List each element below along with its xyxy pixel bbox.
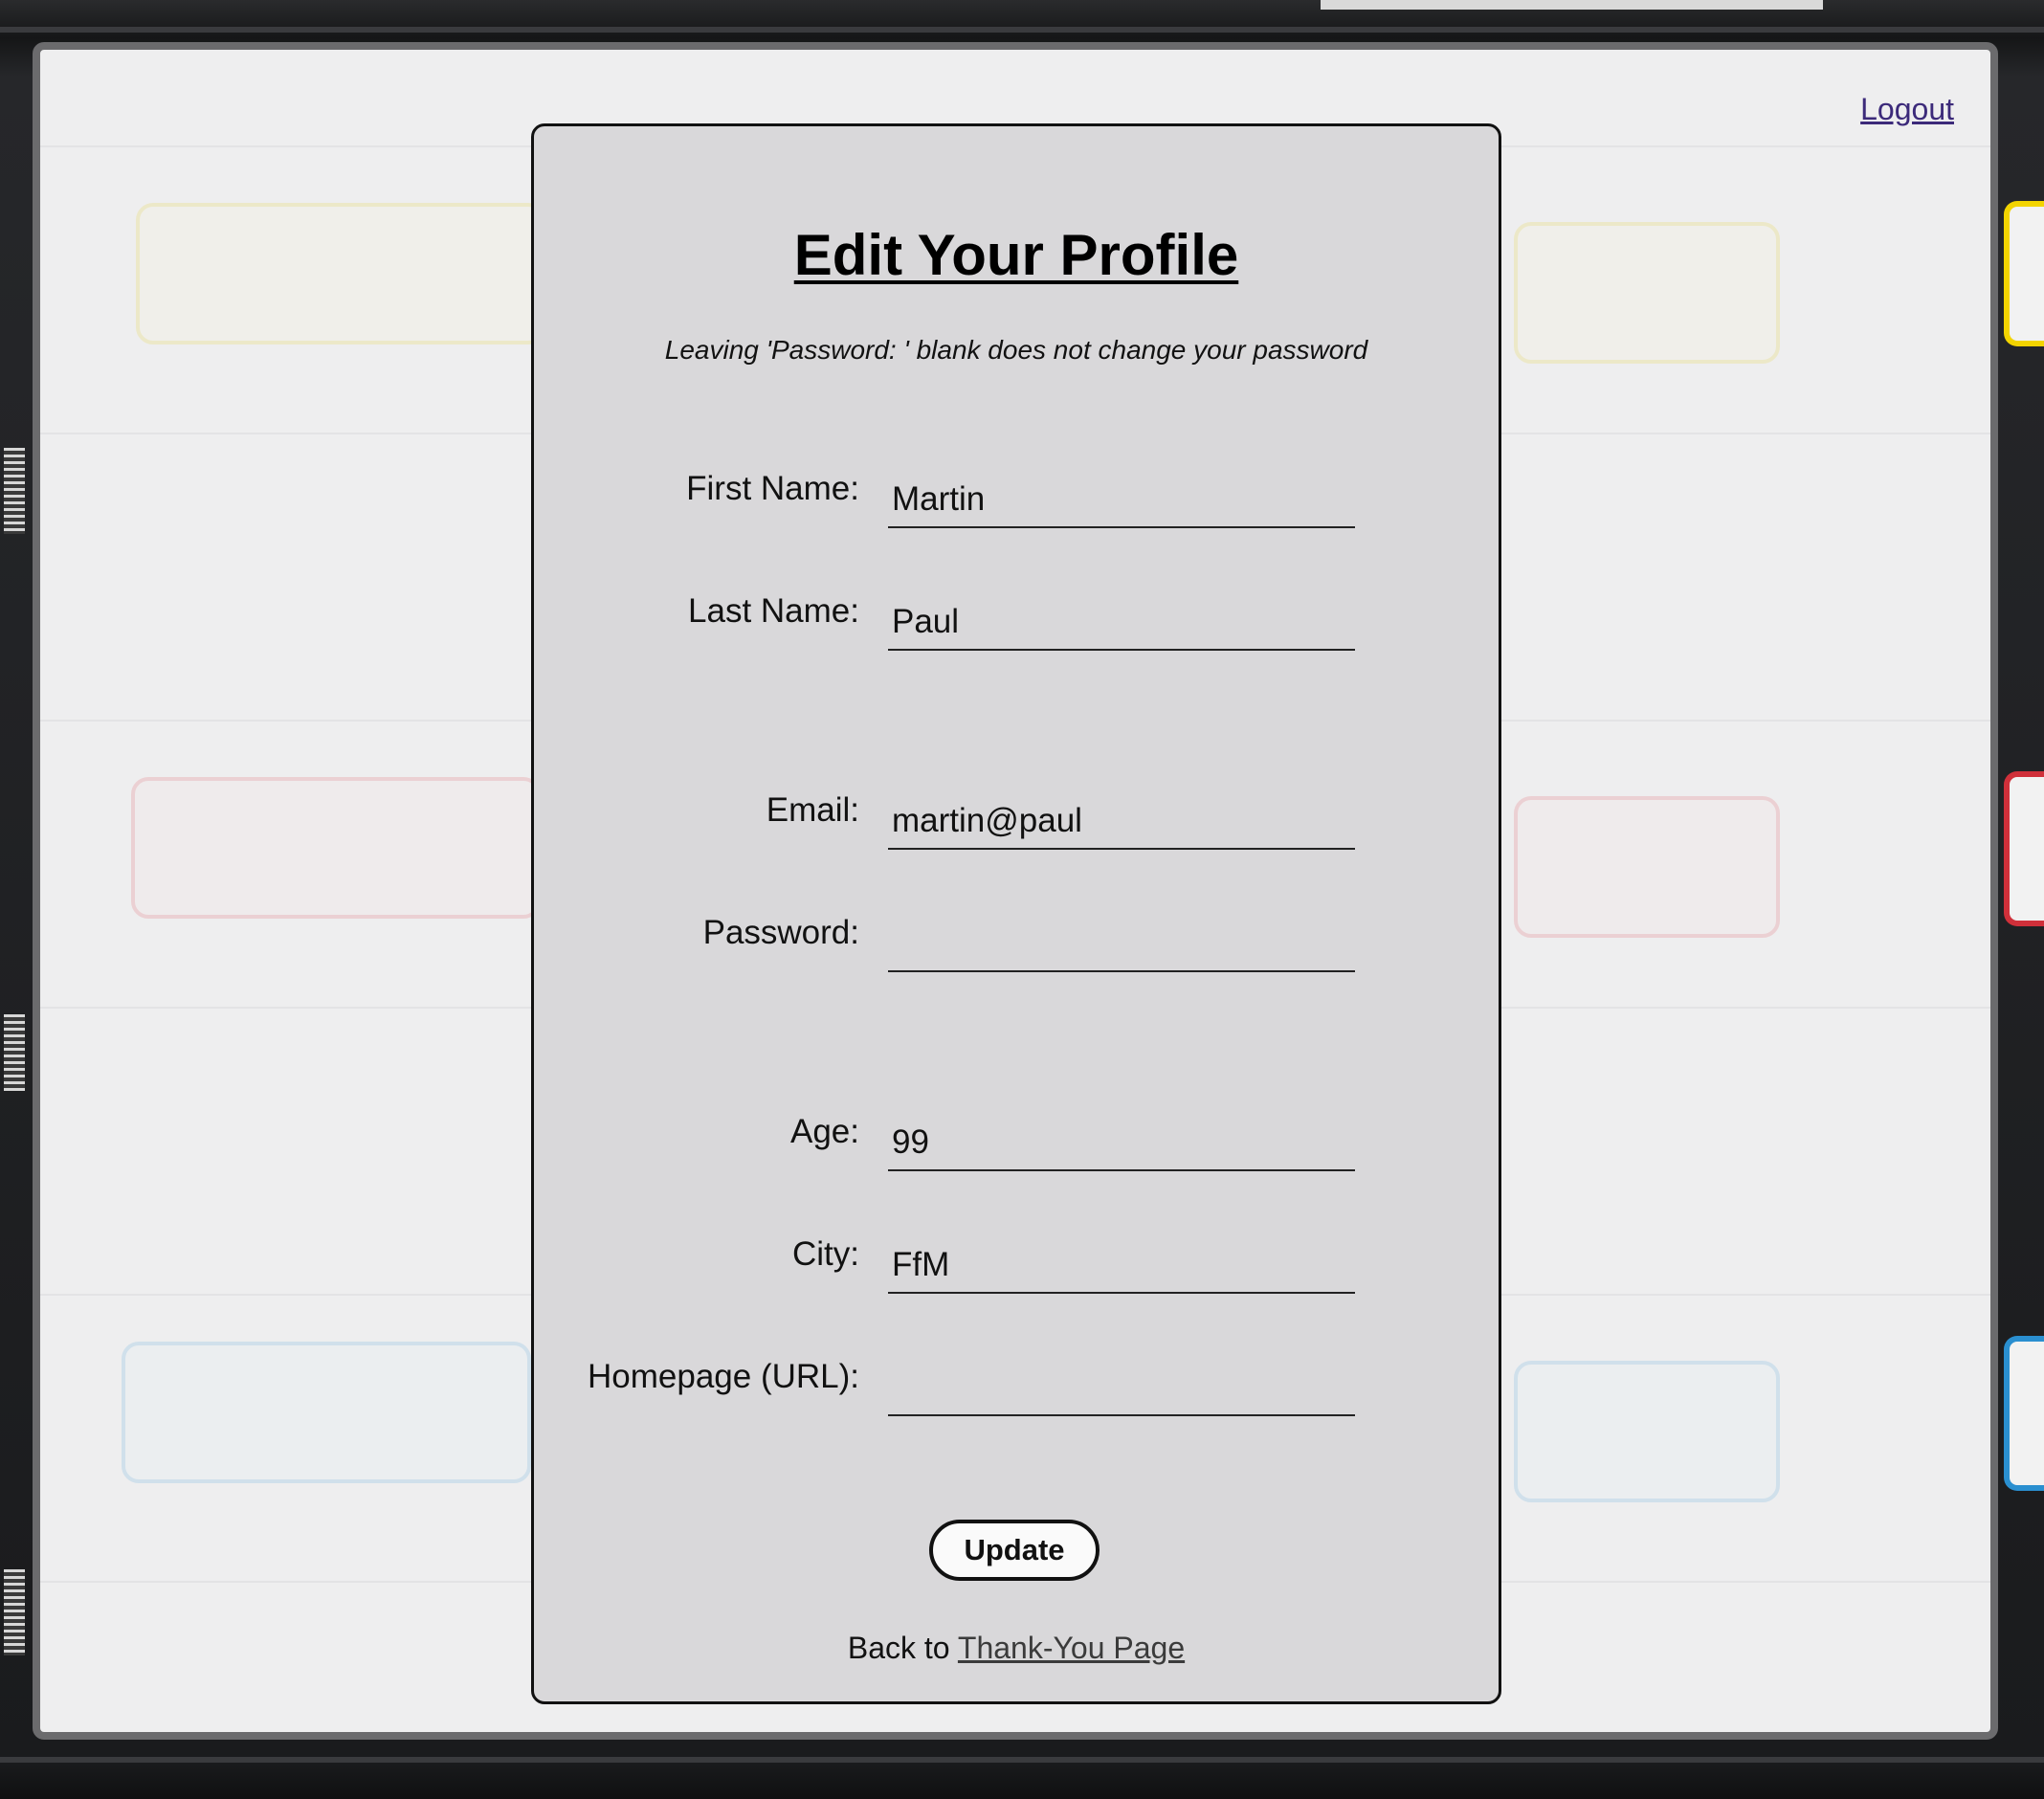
backdrop-spring — [4, 1569, 25, 1655]
backdrop-yellow-tab — [2004, 201, 2044, 346]
age-input[interactable] — [888, 1116, 1355, 1171]
age-label: Age: — [790, 1113, 859, 1150]
back-navigation: Back to Thank-You Page — [534, 1631, 1499, 1666]
backdrop-sliver — [1321, 0, 1823, 10]
ghost-cyan-label — [1514, 1361, 1780, 1502]
main-panel: Logout Edit Your Profile Leaving 'Passwo… — [33, 42, 1998, 1740]
last-name-input[interactable] — [888, 595, 1355, 651]
edit-profile-form: Edit Your Profile Leaving 'Password: ' b… — [531, 123, 1501, 1704]
password-label: Password: — [702, 914, 859, 951]
backdrop-strip — [0, 27, 2044, 33]
backdrop-cyan-tab — [2004, 1336, 2044, 1491]
homepage-label: Homepage (URL): — [588, 1358, 859, 1395]
back-prefix: Back to — [847, 1631, 950, 1665]
city-label: City: — [792, 1235, 859, 1273]
email-label: Email: — [766, 791, 859, 829]
page-title: Edit Your Profile — [534, 222, 1499, 288]
password-input[interactable] — [888, 917, 1355, 972]
backdrop-spring — [4, 448, 25, 534]
ghost-cyan-label — [122, 1342, 531, 1483]
update-button[interactable]: Update — [929, 1520, 1100, 1581]
backdrop-magenta-tab — [2004, 771, 2044, 926]
page-title-text: Edit Your Profile — [793, 223, 1239, 287]
logout-link[interactable]: Logout — [1860, 92, 1954, 127]
city-input[interactable] — [888, 1238, 1355, 1294]
backdrop-strip — [0, 1757, 2044, 1763]
homepage-input[interactable] — [888, 1361, 1355, 1416]
password-note: Leaving 'Password: ' blank does not chan… — [664, 335, 1368, 365]
ghost-magenta-label — [1514, 796, 1780, 938]
backdrop-spring — [4, 1014, 25, 1091]
ghost-yellow-label — [1514, 222, 1780, 364]
thank-you-page-link[interactable]: Thank-You Page — [958, 1631, 1185, 1665]
first-name-label: First Name: — [686, 470, 859, 507]
email-input[interactable] — [888, 794, 1355, 850]
ghost-yellow-label — [136, 203, 545, 344]
ghost-magenta-label — [131, 777, 541, 919]
last-name-label: Last Name: — [688, 592, 859, 630]
first-name-input[interactable] — [888, 473, 1355, 528]
